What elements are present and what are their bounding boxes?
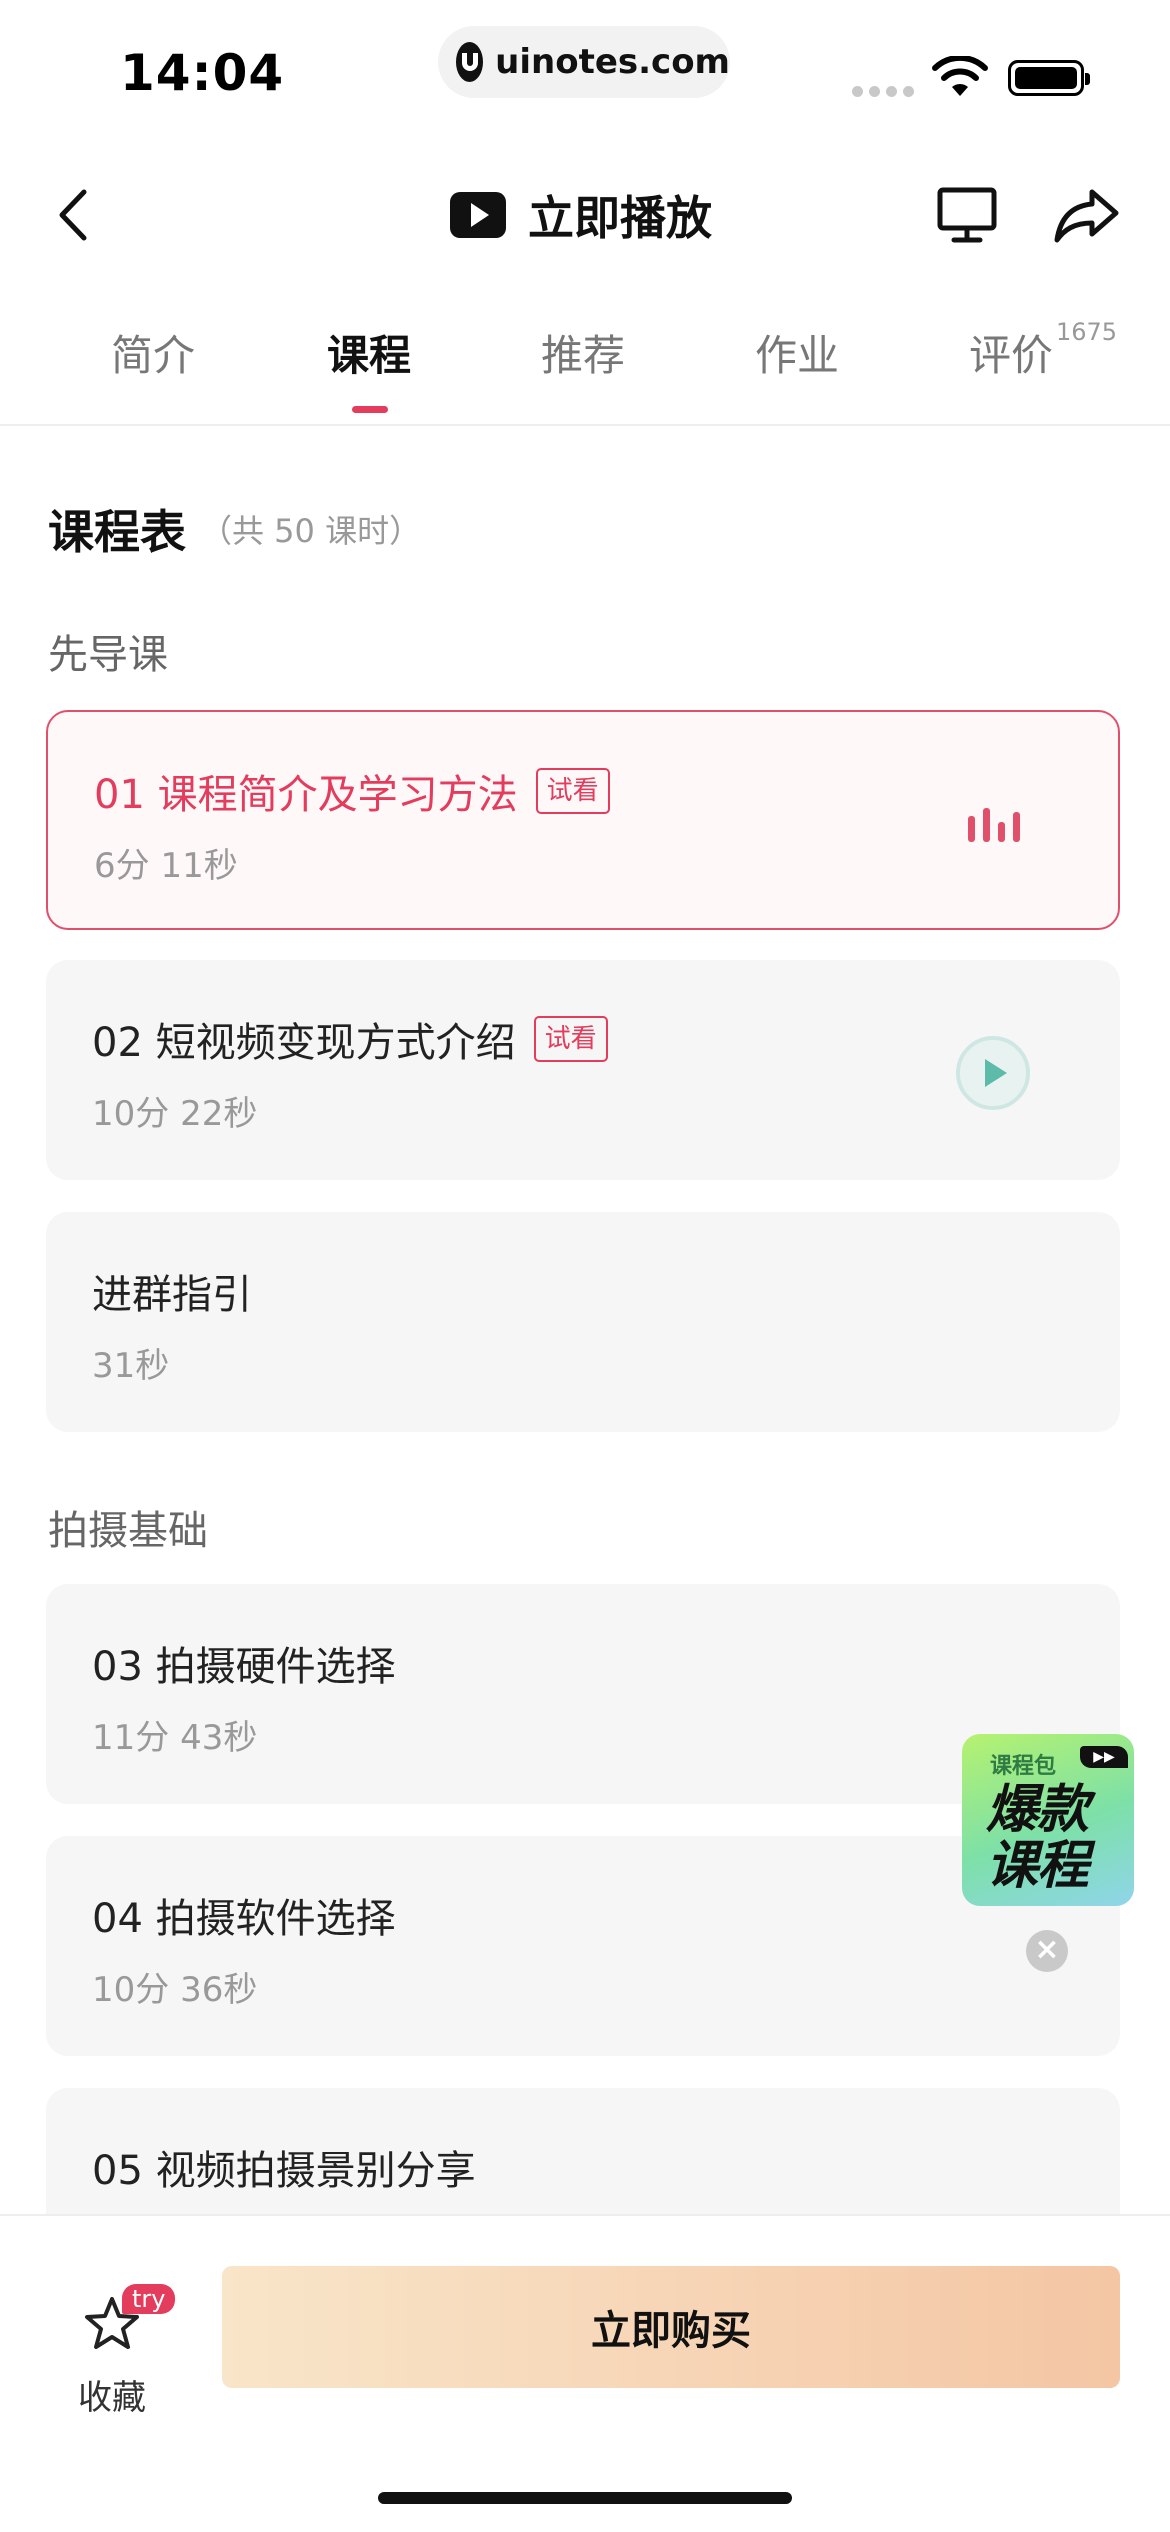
wifi-icon (932, 56, 988, 96)
nav-bar: 立即播放 (0, 150, 1170, 280)
tab-recommend[interactable]: 推荐 (518, 322, 648, 383)
lesson-card[interactable]: 03 拍摄硬件选择 11分 43秒 (46, 1584, 1120, 1804)
lesson-card[interactable]: 02 短视频变现方式介绍 试看 10分 22秒 (46, 960, 1120, 1180)
url-pill[interactable]: uinotes.com (438, 26, 730, 98)
home-indicator (378, 2492, 792, 2504)
battery-icon (1008, 60, 1090, 96)
tab-course[interactable]: 课程 (304, 322, 434, 383)
lesson-title-row: 进群指引 (92, 1262, 252, 1320)
tab-intro[interactable]: 简介 (88, 322, 218, 383)
buy-now-button[interactable]: 立即购买 (222, 2266, 1120, 2388)
promo-line-2: 课程 (986, 1836, 1089, 1896)
lesson-duration: 11分 43秒 (92, 1718, 258, 1758)
try-badge: try (122, 2284, 176, 2314)
lesson-title: 04 拍摄软件选择 (92, 1896, 396, 1942)
tab-bar: 简介 课程 推荐 作业 评价 1675 (0, 290, 1170, 426)
nav-title-text: 立即播放 (528, 191, 712, 245)
play-now-title[interactable]: 立即播放 (450, 180, 712, 250)
schedule-title: 课程表 (48, 505, 186, 559)
schedule-lesson-count: （共 50 课时） (200, 512, 422, 550)
lesson-duration: 10分 22秒 (92, 1094, 258, 1134)
lesson-title-row: 03 拍摄硬件选择 (92, 1634, 396, 1692)
lesson-title-row: 04 拍摄软件选择 (92, 1886, 396, 1944)
video-play-icon (450, 192, 506, 238)
lesson-title: 05 视频拍摄景别分享 (92, 2148, 476, 2194)
status-bar: 14:04 uinotes.com (0, 0, 1170, 140)
site-logo-icon (456, 42, 484, 82)
lesson-card[interactable]: 进群指引 31秒 (46, 1212, 1120, 1432)
lesson-title: 01 课程简介及学习方法 (94, 772, 518, 818)
lesson-title-row: 02 短视频变现方式介绍 试看 (92, 1010, 608, 1068)
close-icon[interactable]: × (1026, 1930, 1068, 1972)
cellular-signal-icon (852, 86, 914, 97)
lesson-title-row: 05 视频拍摄景别分享 (92, 2138, 476, 2196)
course-bundle-promo[interactable]: 课程包 ▶▶ 爆款 课程 (962, 1734, 1134, 1906)
promo-tag: 课程包 (990, 1754, 1057, 1779)
cast-screen-icon[interactable] (936, 186, 998, 246)
tab-homework[interactable]: 作业 (732, 322, 862, 383)
favorite-button[interactable]: try 收藏 (70, 2250, 190, 2418)
lesson-card[interactable]: 04 拍摄软件选择 10分 36秒 (46, 1836, 1120, 2056)
lesson-title-row: 01 课程简介及学习方法 试看 (94, 762, 610, 820)
status-time: 14:04 (120, 44, 285, 102)
favorite-label: 收藏 (78, 2378, 146, 2418)
back-icon[interactable] (50, 186, 100, 244)
bottom-action-bar: try 收藏 立即购买 (0, 2214, 1170, 2532)
promo-line-1: 爆款 (986, 1780, 1089, 1840)
section-title-shooting-basics: 拍摄基础 (48, 1508, 208, 1554)
section-title-intro: 先导课 (48, 632, 168, 678)
promo-arrows-icon: ▶▶ (1080, 1746, 1128, 1768)
review-count-badge: 1675 (1056, 318, 1118, 346)
play-icon[interactable] (956, 1036, 1030, 1110)
lesson-duration: 6分 11秒 (94, 846, 238, 886)
trial-badge: 试看 (535, 768, 610, 814)
lesson-duration: 31秒 (92, 1346, 170, 1386)
lesson-title: 进群指引 (92, 1272, 252, 1318)
lesson-card[interactable]: 01 课程简介及学习方法 试看 6分 11秒 (46, 710, 1120, 930)
trial-badge: 试看 (533, 1016, 608, 1062)
share-icon[interactable] (1052, 186, 1122, 246)
now-playing-icon (968, 806, 1020, 842)
lesson-duration: 10分 36秒 (92, 1970, 258, 2010)
url-text: uinotes.com (495, 42, 730, 82)
active-tab-indicator (352, 406, 388, 413)
lesson-title: 02 短视频变现方式介绍 (92, 1020, 516, 1066)
lesson-title: 03 拍摄硬件选择 (92, 1644, 396, 1690)
